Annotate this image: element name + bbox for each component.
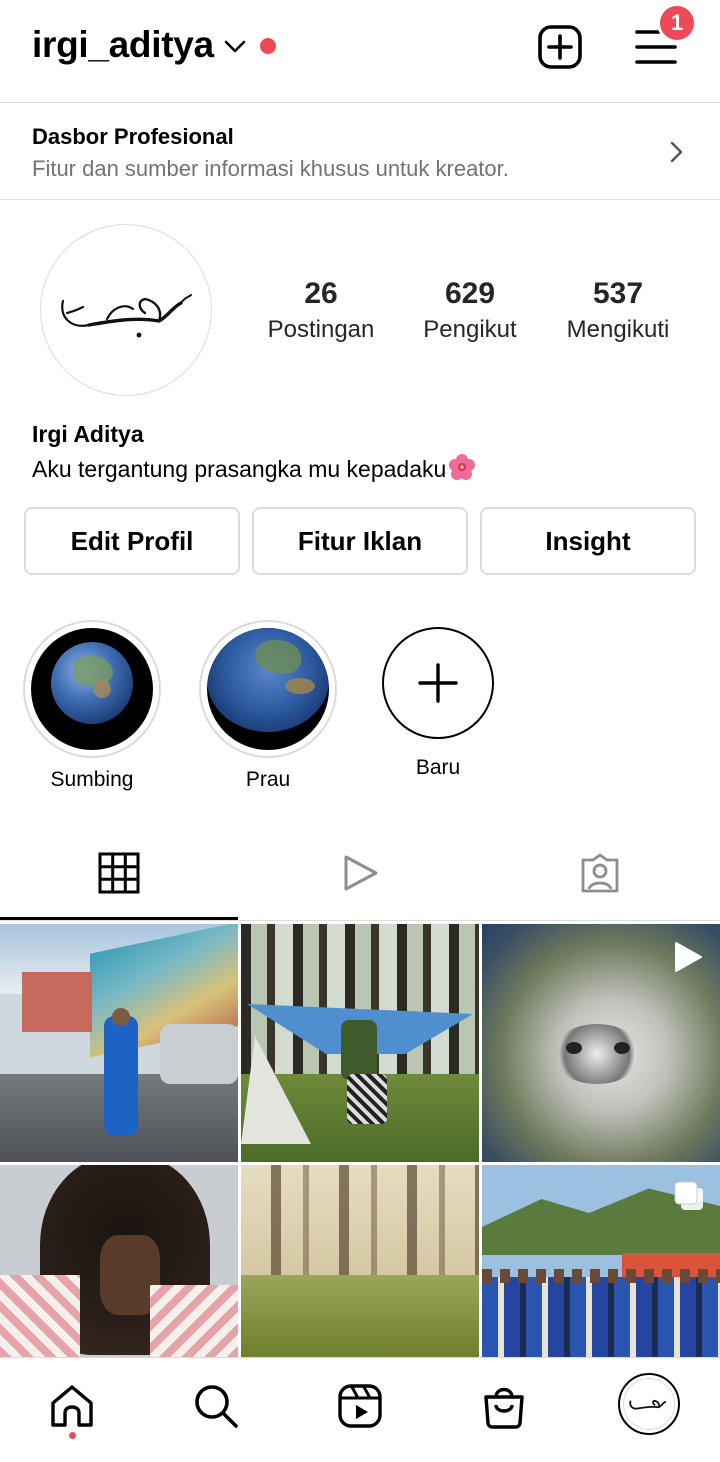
post-cat[interactable]: [482, 924, 720, 1162]
post-campus[interactable]: [0, 924, 238, 1162]
followers-count: 629: [444, 277, 496, 310]
profile-nav-avatar[interactable]: [618, 1373, 680, 1435]
dashboard-title: Dasbor Profesional: [32, 124, 234, 149]
full-name: Irgi Aditya: [32, 421, 144, 447]
person-gown: [104, 1016, 138, 1136]
reels-icon[interactable]: [336, 1382, 384, 1430]
posts-label: Postingan: [267, 316, 375, 343]
forest-floor: [241, 1275, 479, 1357]
posts-count: 26: [304, 277, 338, 310]
calligraphy-logo: [629, 1399, 667, 1410]
top-bar: irgi_aditya 1: [0, 0, 720, 102]
unread-dot: [260, 38, 276, 54]
divider: [0, 920, 720, 921]
sarong: [347, 1074, 387, 1124]
globe-thumbnail: [31, 628, 153, 750]
reels-play-icon[interactable]: [339, 852, 381, 894]
new-highlight-button[interactable]: [382, 627, 494, 739]
tagged-person-icon[interactable]: [579, 852, 621, 894]
notification-badge: 1: [657, 3, 697, 43]
insight-button[interactable]: Insight: [480, 507, 696, 575]
followers-label: Pengikut: [423, 316, 517, 343]
plaid-shirt: [150, 1285, 238, 1357]
stat-following[interactable]: 537 Mengikuti: [543, 276, 693, 344]
building-left: [22, 972, 92, 1032]
cat-eye: [614, 1042, 630, 1054]
plaid-shirt: [0, 1275, 80, 1357]
highlight-ring: [23, 620, 161, 758]
plus-icon: [418, 663, 458, 703]
car: [160, 1024, 238, 1084]
crowd: [482, 1277, 720, 1357]
video-play-icon: [675, 942, 702, 972]
cat-eye: [566, 1042, 582, 1054]
username-switcher[interactable]: irgi_aditya: [32, 24, 214, 66]
create-post-icon[interactable]: [537, 24, 583, 70]
home-indicator-dot: [69, 1432, 76, 1439]
calligraphy-logo: [61, 294, 192, 338]
hibiscus-emoji-icon: [449, 454, 476, 480]
cat-face: [552, 1024, 642, 1084]
globe-thumbnail: [207, 628, 329, 750]
post-group[interactable]: [482, 1165, 720, 1357]
edit-profile-button[interactable]: Edit Profil: [24, 507, 240, 575]
avatar-thumbnail: [623, 1378, 675, 1430]
highlight-label: Prau: [245, 768, 291, 791]
post-hammock[interactable]: [241, 924, 479, 1162]
highlight-label: Sumbing: [50, 768, 134, 791]
highlight-prau[interactable]: Prau: [198, 620, 338, 792]
following-label: Mengikuti: [566, 316, 670, 343]
person: [341, 1020, 377, 1080]
post-curly-hair[interactable]: [0, 1165, 238, 1357]
bio: Aku tergantung prasangka mu kepadaku: [32, 453, 476, 483]
following-count: 537: [592, 277, 644, 310]
shop-bag-icon[interactable]: [480, 1382, 528, 1430]
chevron-down-icon[interactable]: [222, 34, 248, 60]
new-highlight-label: Baru: [415, 756, 461, 779]
post-forest[interactable]: [241, 1165, 479, 1357]
chevron-right-icon: [670, 141, 683, 163]
person-head: [112, 1008, 130, 1026]
profile-avatar[interactable]: [40, 224, 212, 396]
highlight-ring: [199, 620, 337, 758]
home-icon[interactable]: [48, 1382, 96, 1430]
ads-tools-button[interactable]: Fitur Iklan: [252, 507, 468, 575]
grid-icon[interactable]: [98, 852, 140, 894]
professional-dashboard[interactable]: Dasbor Profesional Fitur dan sumber info…: [0, 103, 720, 199]
divider: [0, 199, 720, 200]
stat-posts[interactable]: 26 Postingan: [246, 276, 396, 344]
highlight-sumbing[interactable]: Sumbing: [22, 620, 162, 792]
crowd-heads: [482, 1269, 720, 1283]
bio-text: Aku tergantung prasangka mu kepadaku: [32, 456, 447, 482]
search-icon[interactable]: [192, 1382, 240, 1430]
dashboard-subtitle: Fitur dan sumber informasi khusus untuk …: [32, 156, 509, 181]
bottom-navigation: [0, 1357, 720, 1462]
carousel-icon: [674, 1181, 703, 1210]
stat-followers[interactable]: 629 Pengikut: [395, 276, 545, 344]
